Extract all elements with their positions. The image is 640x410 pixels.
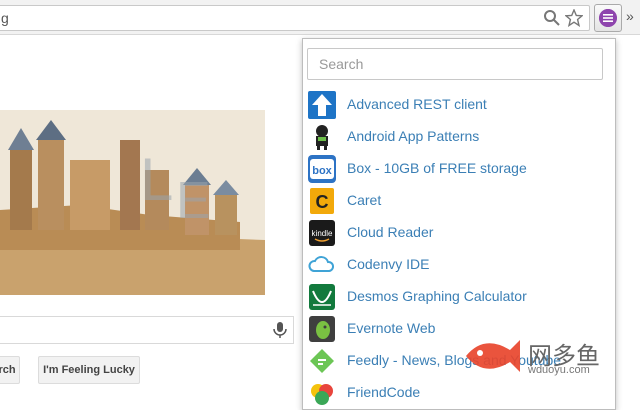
feedly-icon (310, 349, 334, 373)
svg-text:L: L (140, 146, 173, 213)
address-bar[interactable]: g (0, 5, 590, 31)
android-icon (316, 125, 328, 150)
list-item-label: Box - 10GB of FREE storage (347, 160, 527, 176)
list-item-label: Codenvy IDE (347, 256, 430, 272)
desmos-icon (309, 284, 335, 310)
list-item[interactable]: Advanced REST client (303, 89, 615, 121)
extension-button[interactable] (594, 4, 622, 32)
list-item[interactable]: C Caret (303, 185, 615, 217)
arrow-up-icon (308, 91, 336, 119)
list-item-label: Evernote Web (347, 320, 436, 336)
list-item-label: Advanced REST client (347, 96, 487, 112)
list-item[interactable]: kindle Cloud Reader (303, 217, 615, 249)
castle-illustration: L E (0, 110, 265, 295)
kindle-icon: kindle (309, 220, 335, 246)
search-icon[interactable] (543, 9, 561, 27)
address-text: g (1, 10, 9, 26)
google-doodle[interactable]: L E (0, 110, 265, 295)
microphone-icon[interactable] (270, 320, 290, 340)
svg-text:kindle: kindle (312, 229, 333, 238)
list-item[interactable]: box Box - 10GB of FREE storage (303, 153, 615, 185)
feeling-lucky-button[interactable]: I'm Feeling Lucky (38, 356, 140, 384)
evernote-icon (309, 316, 335, 342)
list-item[interactable]: Android App Patterns (303, 121, 615, 153)
watermark-url: wduoyu.com (528, 364, 590, 376)
list-item-label: Caret (347, 192, 382, 208)
svg-text:E: E (176, 172, 211, 230)
list-item-label: Android App Patterns (347, 128, 480, 144)
list-item[interactable]: Codenvy IDE (303, 249, 615, 281)
box-icon: box (308, 155, 336, 183)
list-item-label: FriendCode (347, 384, 421, 400)
popup-search-input[interactable] (307, 48, 603, 80)
svg-text:C: C (316, 192, 329, 212)
list-item[interactable]: Desmos Graphing Calculator (303, 281, 615, 313)
google-search-button[interactable]: rch (0, 356, 20, 384)
browser-toolbar: g » (0, 0, 640, 35)
caret-icon: C (310, 188, 334, 214)
cloud-icon (308, 256, 335, 272)
list-item-label: Cloud Reader (347, 224, 434, 240)
friendcode-icon (311, 384, 333, 405)
svg-text:box: box (312, 165, 332, 177)
bookmark-star-icon[interactable] (565, 9, 583, 27)
list-icon (599, 9, 617, 27)
toolbar-overflow-chevron[interactable]: » (626, 8, 634, 24)
list-item-label: Desmos Graphing Calculator (347, 288, 527, 304)
google-search-input[interactable] (0, 316, 294, 344)
